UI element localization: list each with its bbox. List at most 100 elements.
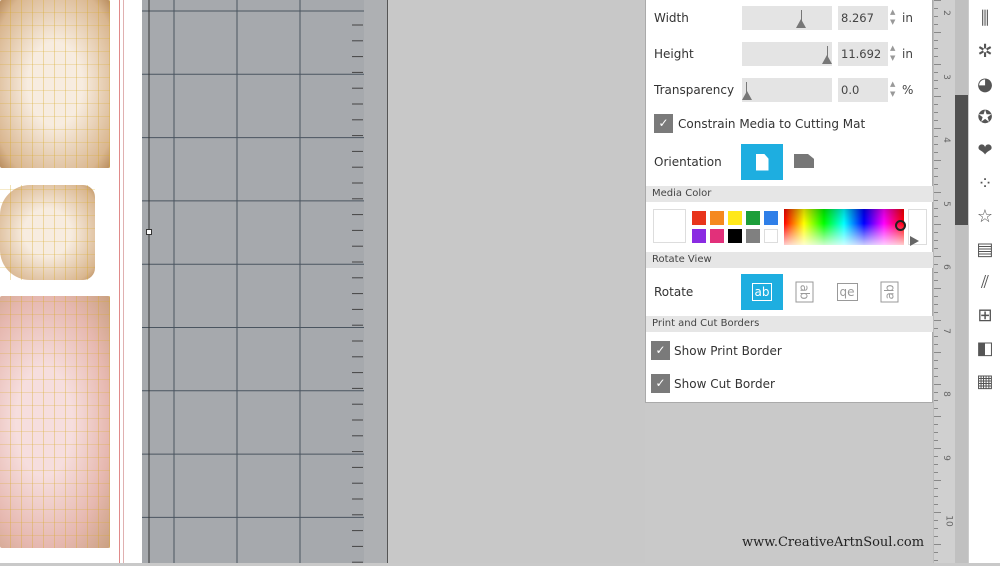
ruler-tick [934,200,938,201]
transparency-input[interactable]: 0.0 [838,78,888,102]
ruler-tick [934,544,941,545]
floral-tag-image[interactable] [0,296,110,548]
ruler-tick [934,320,941,321]
color-swatch[interactable] [692,229,706,243]
ruler-tick [934,312,938,313]
offset-icon[interactable]: ✪ [974,107,996,129]
rotate-90-button[interactable]: ab [783,274,825,310]
ruler-tick [934,392,938,393]
ruler-tick [934,176,938,177]
ruler-tick [934,240,938,241]
cutting-mat [142,0,364,563]
ruler-tick [934,0,941,1]
show-cut-border-checkbox[interactable]: ✓ [651,374,670,393]
page-setup-panel: Width 8.267 ▲ ▼ in Height 11.692 ▲ ▼ in Tr… [645,0,933,403]
pixscan-icon[interactable]: ⁘ [974,173,996,195]
ruler-tick [934,56,938,57]
workspace-background [389,0,645,563]
brightness-slider[interactable] [908,209,927,246]
landscape-button[interactable] [794,154,814,168]
transparency-unit: % [902,83,914,97]
ruler-tick [934,80,938,81]
ruler-tick [934,192,941,193]
color-swatch[interactable] [746,229,760,243]
ruler-tick [934,464,938,465]
width-slider[interactable] [742,6,832,30]
color-swatch[interactable] [710,211,724,225]
color-spectrum[interactable] [784,209,906,245]
vertical-scrollbar[interactable] [955,0,968,563]
ruler-tick [934,72,938,73]
height-spinner[interactable]: ▲ ▼ [890,43,895,63]
color-swatch[interactable] [728,211,742,225]
sketch-icon[interactable]: ☆ [974,206,996,228]
ruler-tick [934,152,938,153]
ruler-tick [934,520,938,521]
ruler-tick [934,16,938,17]
transparency-slider[interactable] [742,78,832,102]
height-label: Height [654,47,694,61]
align-icon[interactable]: ⫼ [974,8,996,30]
rotate-0-button[interactable]: ab [741,274,783,310]
scrollbar-thumb[interactable] [955,95,968,225]
orientation-label: Orientation [654,155,722,169]
transparency-label: Transparency [654,83,735,97]
modify-icon[interactable]: ◕ [974,74,996,96]
ruler-tick [934,272,938,273]
ruler-tick [934,328,938,329]
trace-icon[interactable]: ❤ [974,140,996,162]
ruler-label: 2 [940,10,951,16]
width-input[interactable]: 8.267 [838,6,888,30]
tag-image[interactable] [0,0,110,168]
page-icon[interactable]: ◧ [974,338,996,360]
color-swatch[interactable] [764,211,778,225]
ruler-tick [934,536,938,537]
height-input[interactable]: 11.692 [838,42,888,66]
ruler-tick [934,264,938,265]
media-color-header: Media Color [646,186,933,202]
ruler-tick [934,208,938,209]
ruler-tick [934,408,938,409]
constrain-checkbox[interactable]: ✓ [654,114,673,133]
selection-handle[interactable] [146,229,152,235]
height-unit: in [902,47,913,61]
ruler-tick [934,48,938,49]
constrain-label: Constrain Media to Cutting Mat [678,117,866,131]
library-icon[interactable]: ▦ [974,371,996,393]
ruler-tick [934,96,941,97]
rotate-270-button[interactable]: ab [868,274,910,310]
ruler-tick [934,560,938,561]
show-print-border-checkbox[interactable]: ✓ [651,341,670,360]
color-swatch[interactable] [764,229,778,243]
ruler-label: 3 [940,73,951,80]
color-swatch[interactable] [692,211,706,225]
borders-header: Print and Cut Borders [646,316,933,332]
nesting-icon[interactable]: ▤ [974,239,996,261]
label-image[interactable] [0,185,95,280]
ruler-tick [934,112,938,113]
ruler-tick [934,24,938,25]
warp-icon[interactable]: ⊞ [974,305,996,327]
color-swatch[interactable] [710,229,724,243]
selected-color-preview[interactable] [653,209,686,243]
ruler-tick [934,120,938,121]
ruler-label: 9 [940,454,951,461]
color-picker-cursor[interactable] [895,220,906,231]
ruler-tick [934,480,941,481]
replicate-icon[interactable]: ✲ [974,41,996,63]
ruler-tick [934,64,941,65]
rotate-180-button[interactable]: qe [826,274,868,310]
show-cut-border-label: Show Cut Border [674,377,775,391]
hatch-icon[interactable]: ⫽ [974,272,996,294]
transparency-spinner[interactable]: ▲ ▼ [890,79,895,99]
color-swatch[interactable] [728,229,742,243]
ruler-tick [934,304,938,305]
ruler-tick [934,216,938,217]
height-slider[interactable] [742,42,832,66]
design-page-preview[interactable] [0,0,142,563]
portrait-button[interactable] [741,144,783,180]
mat-grid [142,0,364,563]
color-swatch[interactable] [746,211,760,225]
width-spinner[interactable]: ▲ ▼ [890,7,895,27]
ruler-tick [934,232,938,233]
